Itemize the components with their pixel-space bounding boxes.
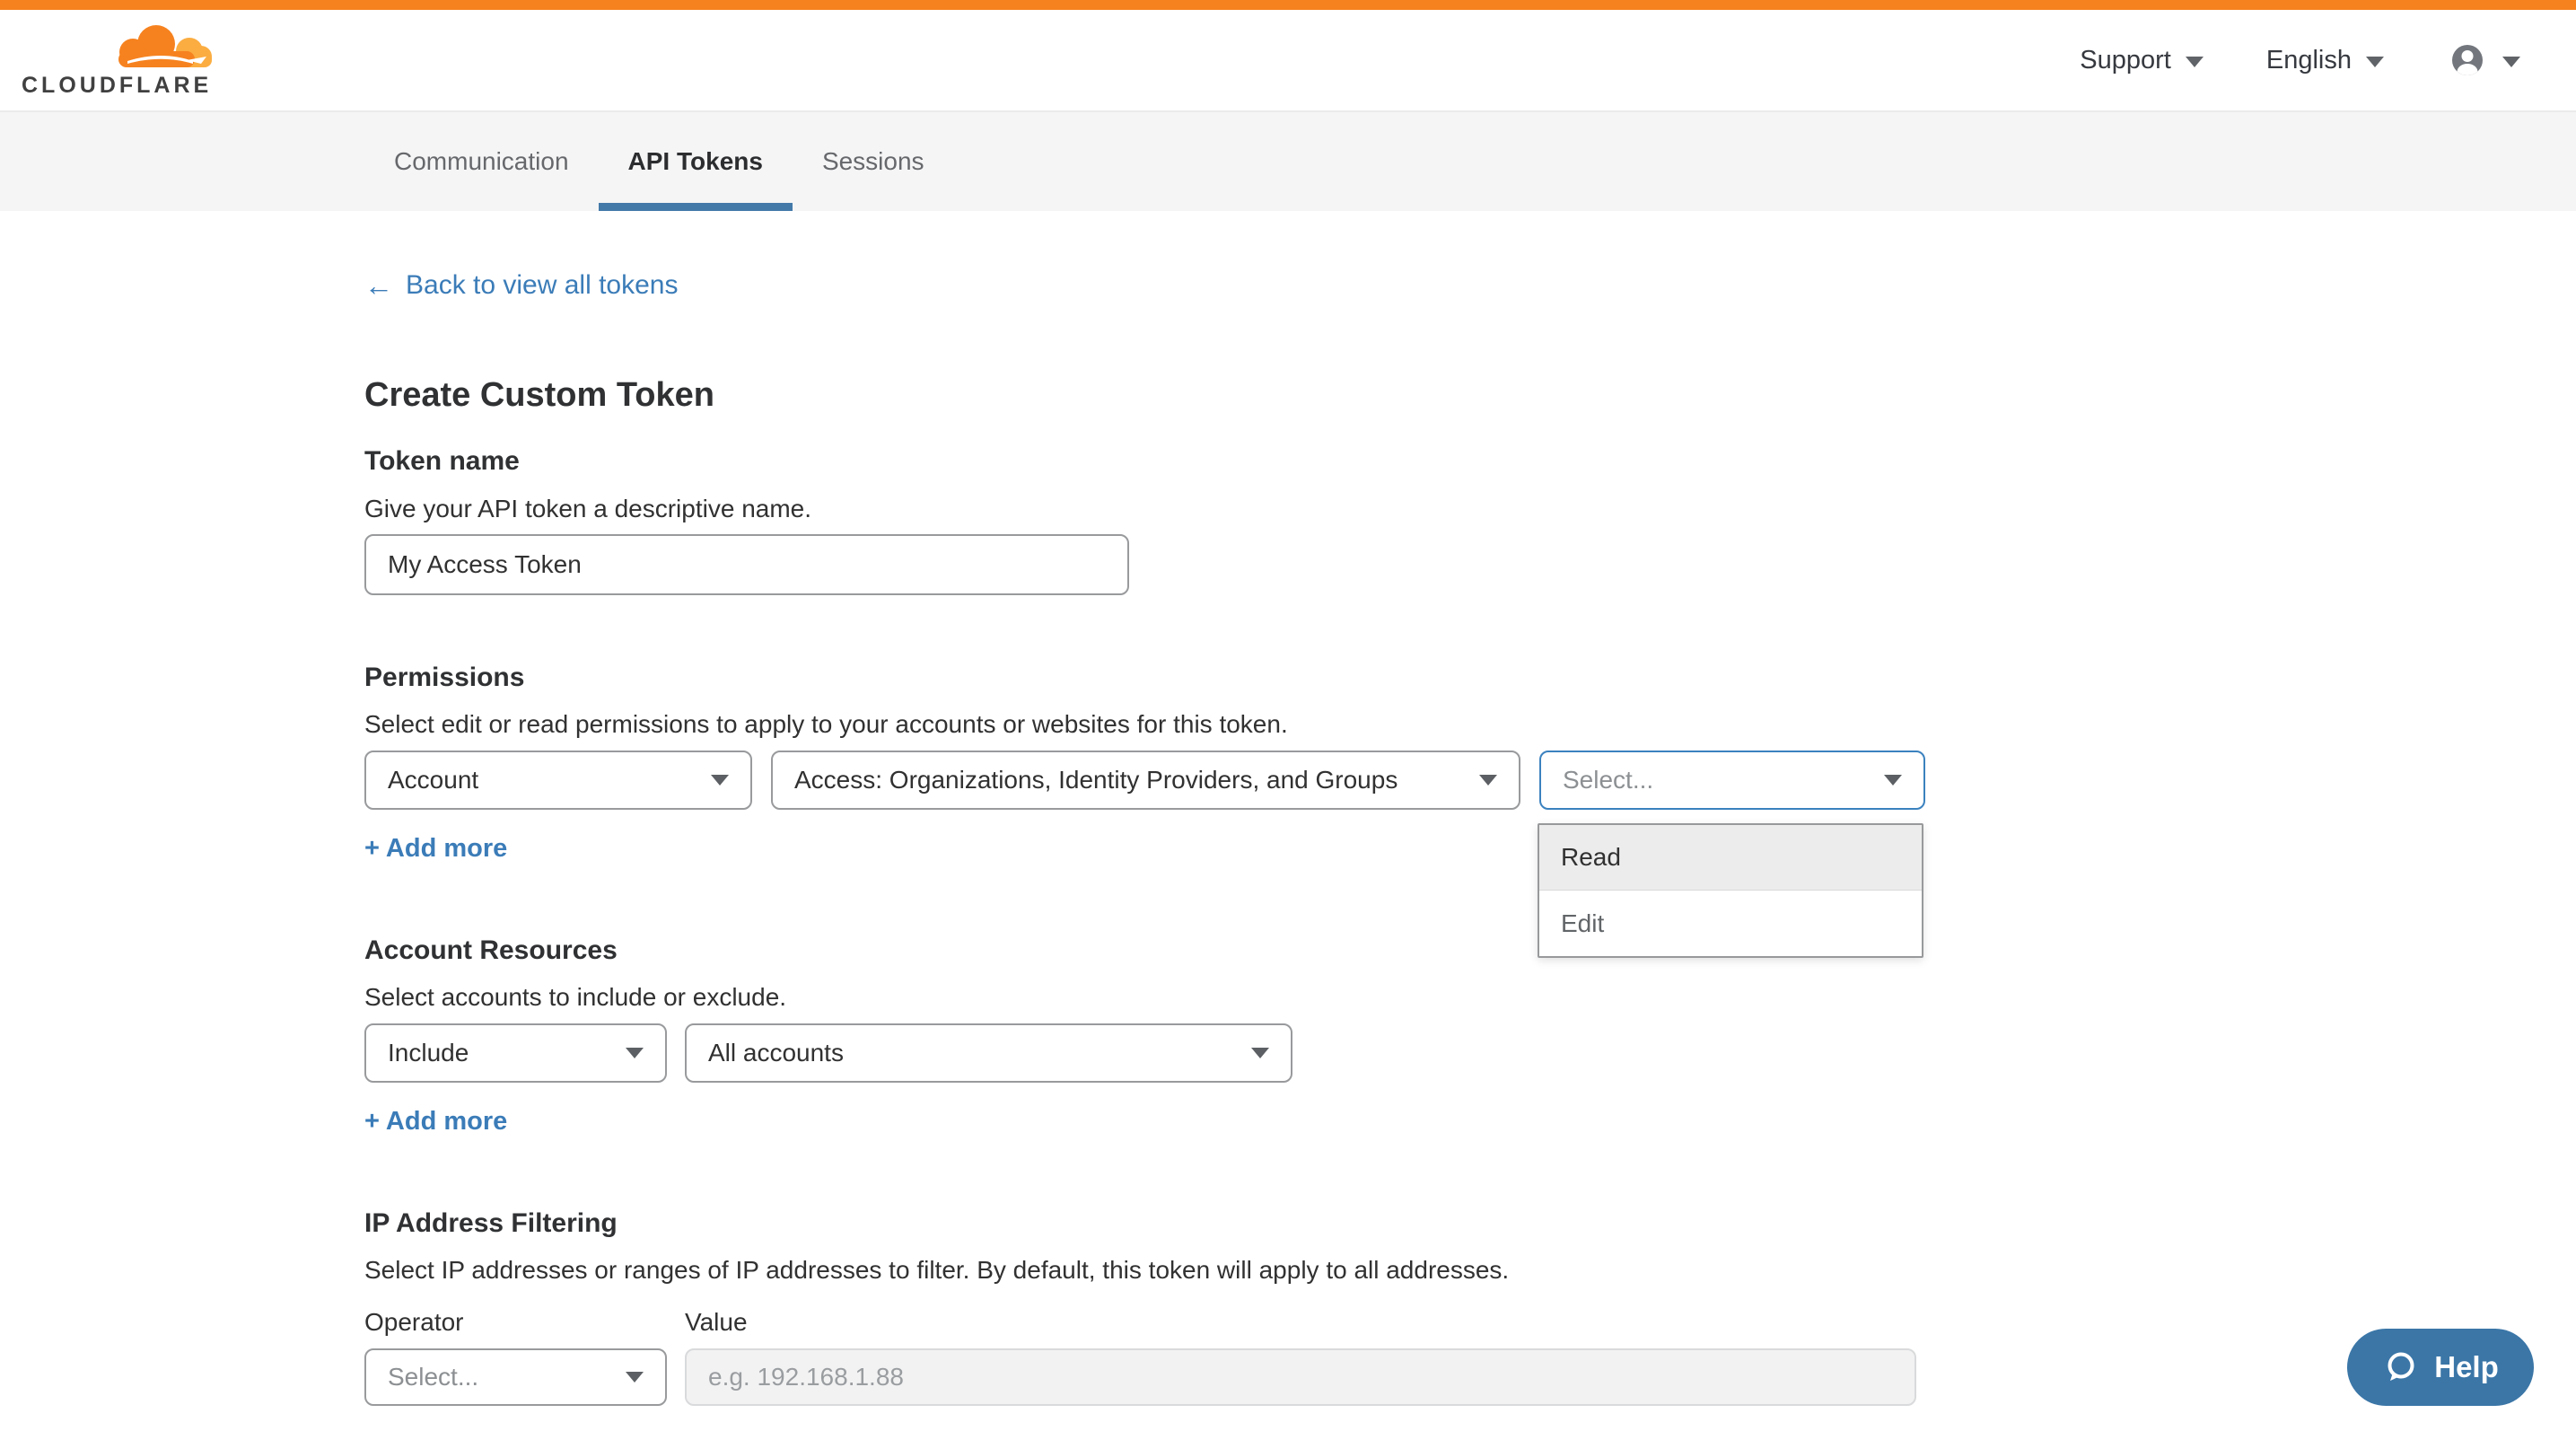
top-accent-bar [0, 0, 2576, 10]
header-controls: Support English [2080, 40, 2520, 81]
language-menu[interactable]: English [2266, 46, 2384, 75]
permission-level-menu: Read Edit [1538, 823, 1923, 958]
permission-group-select[interactable]: Access: Organizations, Identity Provider… [771, 751, 1520, 810]
resource-mode-select[interactable]: Include [364, 1023, 667, 1083]
permissions-add-more-link[interactable]: + Add more [364, 834, 507, 864]
resource-accounts-select[interactable]: All accounts [685, 1023, 1292, 1083]
left-arrow-icon: ← [364, 271, 393, 300]
create-custom-token-page: CLOUDFLARE Support English [0, 0, 2576, 1431]
chevron-down-icon [1479, 775, 1497, 786]
support-menu-label: Support [2080, 46, 2171, 75]
chat-bubble-icon [2382, 1348, 2420, 1386]
tab-communication[interactable]: Communication [364, 112, 599, 211]
token-name-heading: Token name [364, 446, 520, 477]
permission-level-select[interactable]: Select... [1539, 751, 1925, 810]
tab-sessions[interactable]: Sessions [793, 112, 954, 211]
profile-tabs: Communication API Tokens Sessions [0, 112, 2576, 211]
ip-operator-placeholder: Select... [388, 1363, 478, 1391]
account-resources-add-more-link[interactable]: + Add more [364, 1107, 507, 1137]
chevron-down-icon [2366, 57, 2384, 67]
tab-api-tokens[interactable]: API Tokens [599, 112, 793, 211]
page-title: Create Custom Token [364, 376, 714, 415]
menu-option-read[interactable]: Read [1539, 825, 1922, 891]
chevron-down-icon [1884, 775, 1902, 786]
permissions-heading: Permissions [364, 663, 524, 693]
global-header: CLOUDFLARE Support English [0, 10, 2576, 112]
support-menu[interactable]: Support [2080, 46, 2204, 75]
permission-level-placeholder: Select... [1563, 766, 1653, 795]
ip-operator-select[interactable]: Select... [364, 1348, 667, 1406]
ip-value-input[interactable] [685, 1348, 1916, 1406]
chevron-down-icon [626, 1048, 644, 1058]
cloudflare-logo[interactable]: CLOUDFLARE [22, 24, 217, 97]
cloudflare-cloud-icon [101, 24, 217, 71]
chevron-down-icon [2502, 57, 2520, 67]
token-name-description: Give your API token a descriptive name. [364, 495, 811, 523]
menu-option-edit[interactable]: Edit [1539, 891, 1922, 956]
language-menu-label: English [2266, 46, 2352, 75]
back-to-tokens-link[interactable]: ← Back to view all tokens [364, 270, 678, 301]
chevron-down-icon [1251, 1048, 1269, 1058]
account-menu[interactable] [2447, 40, 2520, 81]
account-resources-row: Include All accounts [364, 1023, 1292, 1083]
account-resources-heading: Account Resources [364, 935, 618, 966]
operator-label: Operator [364, 1308, 464, 1337]
permissions-description: Select edit or read permissions to apply… [364, 710, 1288, 739]
main-content: ← Back to view all tokens Create Custom … [0, 211, 2576, 1431]
chevron-down-icon [711, 775, 729, 786]
back-link-label: Back to view all tokens [406, 270, 678, 301]
permission-scope-select[interactable]: Account [364, 751, 752, 810]
ip-filtering-row: Select... [364, 1348, 1916, 1406]
resource-accounts-value: All accounts [708, 1039, 844, 1067]
token-name-input[interactable] [364, 534, 1129, 595]
help-button[interactable]: Help [2347, 1329, 2534, 1406]
ip-filtering-heading: IP Address Filtering [364, 1208, 618, 1239]
resource-mode-value: Include [388, 1039, 469, 1067]
permissions-row: Account Access: Organizations, Identity … [364, 751, 1925, 810]
ip-filtering-description: Select IP addresses or ranges of IP addr… [364, 1256, 1509, 1285]
permission-scope-value: Account [388, 766, 478, 795]
value-label: Value [685, 1308, 748, 1337]
help-button-label: Help [2434, 1350, 2499, 1384]
permission-group-value: Access: Organizations, Identity Provider… [794, 766, 1398, 795]
account-resources-description: Select accounts to include or exclude. [364, 983, 786, 1012]
user-avatar-icon [2447, 40, 2488, 81]
cloudflare-wordmark: CLOUDFLARE [22, 75, 212, 97]
chevron-down-icon [2186, 57, 2204, 67]
chevron-down-icon [626, 1372, 644, 1383]
